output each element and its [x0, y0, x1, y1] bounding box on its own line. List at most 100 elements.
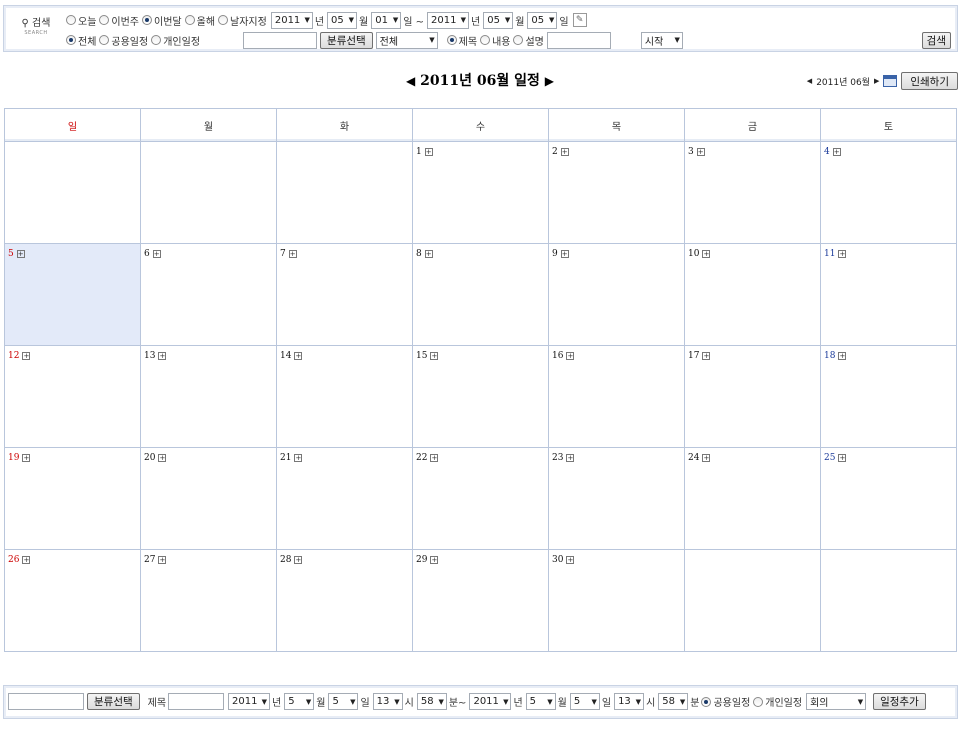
from-day-select[interactable]: 01 ▼ — [371, 11, 402, 29]
calendar-icon[interactable] — [883, 75, 898, 87]
calendar-day-cell[interactable]: 17 + — [684, 345, 821, 448]
category-select[interactable]: 전체 ▼ — [375, 31, 438, 49]
calendar-day-cell[interactable]: 6 + — [140, 243, 277, 346]
scope-radio-2[interactable]: 개인일정 — [151, 33, 200, 48]
add-scope-radio-0[interactable]: 공용일정 — [701, 694, 750, 709]
keyword-input[interactable] — [546, 31, 611, 49]
add-event-icon[interactable]: + — [838, 454, 847, 462]
category-select-button[interactable]: 분류선택 — [320, 31, 373, 49]
period-radio-3[interactable]: 올해 — [184, 13, 215, 28]
type-select[interactable]: 회의 ▼ — [806, 693, 867, 710]
start-min-select[interactable]: 58 ▼ — [416, 693, 447, 710]
add-event-icon[interactable]: + — [22, 556, 31, 564]
calendar-day-cell[interactable]: 7 + — [276, 243, 413, 346]
end-year-select[interactable]: 2011 ▼ — [469, 693, 512, 710]
add-event-icon[interactable]: + — [430, 352, 439, 360]
add-event-icon[interactable]: + — [566, 556, 575, 564]
calendar-day-cell[interactable]: 2 + — [548, 141, 685, 244]
add-event-icon[interactable]: + — [430, 454, 439, 462]
calendar-day-cell[interactable]: 3 + — [684, 141, 821, 244]
end-month-select[interactable]: 5 ▼ — [525, 693, 556, 710]
next-month-button[interactable]: ▶ — [545, 74, 554, 88]
add-event-icon[interactable]: + — [22, 454, 31, 462]
calendar-day-cell[interactable]: 12 + — [4, 345, 141, 448]
start-month-select[interactable]: 5 ▼ — [284, 693, 315, 710]
add-category-input[interactable] — [8, 693, 84, 710]
calendar-day-cell[interactable]: 9 + — [548, 243, 685, 346]
scope-radio-0[interactable]: 전체 — [66, 33, 96, 48]
calendar-day-cell[interactable]: 16 + — [548, 345, 685, 448]
calendar-day-cell[interactable]: 4 + — [820, 141, 957, 244]
add-event-icon[interactable]: + — [702, 352, 711, 360]
add-event-icon[interactable]: + — [158, 556, 167, 564]
calendar-day-cell[interactable]: 10 + — [684, 243, 821, 346]
add-event-icon[interactable]: + — [832, 148, 841, 156]
end-min-select[interactable]: 58 ▼ — [658, 693, 689, 710]
period-radio-0[interactable]: 오늘 — [66, 13, 96, 28]
calendar-day-cell[interactable]: 8 + — [412, 243, 549, 346]
add-event-icon[interactable]: + — [838, 352, 847, 360]
calendar-day-cell[interactable]: 27 + — [140, 549, 277, 652]
from-year-select[interactable]: 2011 ▼ — [270, 11, 313, 29]
add-event-icon[interactable]: + — [702, 250, 711, 258]
add-scope-radio-1[interactable]: 개인일정 — [753, 694, 802, 709]
add-event-icon[interactable]: + — [560, 148, 569, 156]
period-radio-4[interactable]: 날자지정 — [218, 13, 267, 28]
add-event-icon[interactable]: + — [702, 454, 711, 462]
wrench-icon[interactable]: ✎ — [572, 13, 587, 27]
period-radio-2[interactable]: 이번달 — [142, 13, 182, 28]
end-day-select[interactable]: 5 ▼ — [569, 693, 600, 710]
field-radio-1[interactable]: 내용 — [480, 33, 510, 48]
calendar-day-cell[interactable]: 11 + — [820, 243, 957, 346]
field-radio-0[interactable]: 제목 — [446, 33, 477, 48]
calendar-day-cell[interactable]: 1 + — [412, 141, 549, 244]
end-hour-select[interactable]: 13 ▼ — [614, 693, 645, 710]
title-input[interactable] — [168, 693, 225, 710]
to-month-select[interactable]: 05 ▼ — [483, 11, 514, 29]
add-event-icon[interactable]: + — [16, 250, 25, 258]
calendar-day-cell[interactable]: 23 + — [548, 447, 685, 550]
start-year-select[interactable]: 2011 ▼ — [228, 693, 271, 710]
add-event-icon[interactable]: + — [424, 250, 433, 258]
to-day-select[interactable]: 05 ▼ — [527, 11, 558, 29]
calendar-day-cell[interactable]: 25 + — [820, 447, 957, 550]
calendar-day-cell[interactable]: 5 + — [4, 243, 141, 346]
add-event-icon[interactable]: + — [838, 250, 847, 258]
field-radio-2[interactable]: 설명 — [513, 33, 544, 48]
calendar-day-cell[interactable]: 20 + — [140, 447, 277, 550]
add-event-icon[interactable]: + — [294, 352, 303, 360]
calendar-day-cell[interactable]: 22 + — [412, 447, 549, 550]
calendar-day-cell[interactable]: 18 + — [820, 345, 957, 448]
add-category-button[interactable]: 분류선택 — [87, 693, 140, 710]
add-event-icon[interactable]: + — [566, 352, 575, 360]
add-event-icon[interactable]: + — [560, 250, 569, 258]
add-event-icon[interactable]: + — [158, 352, 167, 360]
mini-prev-button[interactable]: ◀ — [807, 77, 812, 85]
add-event-icon[interactable]: + — [424, 148, 433, 156]
add-event-icon[interactable]: + — [294, 454, 303, 462]
calendar-day-cell[interactable]: 28 + — [276, 549, 413, 652]
add-event-icon[interactable]: + — [152, 250, 161, 258]
calendar-day-cell[interactable]: 14 + — [276, 345, 413, 448]
match-select[interactable]: 시작 ▼ — [640, 31, 683, 49]
to-year-select[interactable]: 2011 ▼ — [427, 11, 470, 29]
scope-radio-1[interactable]: 공용일정 — [99, 33, 148, 48]
period-radio-1[interactable]: 이번주 — [99, 13, 139, 28]
add-schedule-button[interactable]: 일정추가 — [873, 693, 926, 710]
add-event-icon[interactable]: + — [566, 454, 575, 462]
start-day-select[interactable]: 5 ▼ — [328, 693, 359, 710]
add-event-icon[interactable]: + — [696, 148, 705, 156]
prev-month-button[interactable]: ◀ — [406, 74, 415, 88]
add-event-icon[interactable]: + — [22, 352, 31, 360]
add-event-icon[interactable]: + — [294, 556, 303, 564]
add-event-icon[interactable]: + — [158, 454, 167, 462]
calendar-day-cell[interactable]: 30 + — [548, 549, 685, 652]
start-hour-select[interactable]: 13 ▼ — [372, 693, 403, 710]
calendar-day-cell[interactable]: 21 + — [276, 447, 413, 550]
calendar-day-cell[interactable]: 15 + — [412, 345, 549, 448]
calendar-day-cell[interactable]: 19 + — [4, 447, 141, 550]
calendar-day-cell[interactable]: 13 + — [140, 345, 277, 448]
from-month-select[interactable]: 05 ▼ — [327, 11, 358, 29]
category-text-input[interactable] — [243, 31, 318, 49]
add-event-icon[interactable]: + — [430, 556, 439, 564]
